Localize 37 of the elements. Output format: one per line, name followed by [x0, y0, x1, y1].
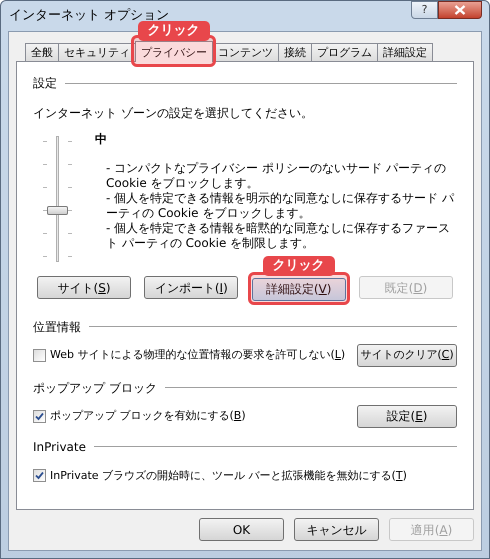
description-text: - コンパクトなプライバシー ポリシーのないサード パーティの Cookie をブロックします。: [106, 161, 447, 191]
description-text: - 個人を特定できる情報を明示的な同意なしに保存するサード パーティの Cookie をブロックします。: [106, 191, 456, 221]
instruction-text: インターネット ゾーンの設定を選択してください。: [33, 105, 314, 122]
popup-settings-button[interactable]: 設定(E): [357, 404, 457, 428]
clear-sites-button[interactable]: サイトのクリア(C): [357, 344, 457, 366]
action-button[interactable]: インポート(I): [144, 276, 238, 299]
group-heading: InPrivate: [33, 438, 86, 456]
description-text: - 個人を特定できる情報を暗黙的な同意なしに保存するファースト パーティの Cookie を制限します。: [106, 221, 452, 251]
checkbox-label: Web サイトによる物理的な位置情報の要求を許可しない(L): [50, 346, 346, 363]
help-button[interactable]: ?: [411, 1, 438, 19]
tab[interactable]: 接続: [278, 43, 312, 61]
tab[interactable]: プライバシー: [135, 41, 213, 62]
callout-label: クリック: [262, 256, 335, 276]
tab[interactable]: 全般: [25, 43, 59, 61]
tab[interactable]: 詳細設定: [377, 43, 433, 61]
close-button[interactable]: [438, 1, 482, 19]
dialog-button[interactable]: OK: [199, 518, 284, 541]
tab[interactable]: セキュリティ: [58, 43, 136, 61]
action-button[interactable]: サイト(S): [37, 276, 131, 299]
tab[interactable]: プログラム: [311, 43, 378, 61]
window-title: インターネット オプション: [8, 7, 170, 24]
level-name: 中: [95, 131, 108, 148]
group-heading: 設定: [33, 75, 57, 92]
slider-thumb[interactable]: [47, 206, 68, 215]
check-icon: [35, 412, 44, 420]
group-heading: 位置情報: [33, 318, 81, 336]
action-button[interactable]: 詳細設定(V): [252, 278, 346, 300]
checkbox-label: ポップアップ ブロックを有効にする(B): [50, 408, 246, 424]
checkbox[interactable]: [33, 348, 46, 362]
group-heading: ポップアップ ブロック: [33, 380, 157, 396]
checkbox[interactable]: [33, 469, 46, 482]
dialog-button[interactable]: キャンセル: [294, 518, 379, 541]
callout-label: クリック: [138, 21, 210, 41]
check-icon: [35, 471, 44, 480]
checkbox-label: InPrivate ブラウズの開始時に、ツール バーと拡張機能を無効にする(T): [50, 468, 407, 484]
close-icon: [454, 5, 466, 15]
checkbox[interactable]: [33, 410, 46, 422]
